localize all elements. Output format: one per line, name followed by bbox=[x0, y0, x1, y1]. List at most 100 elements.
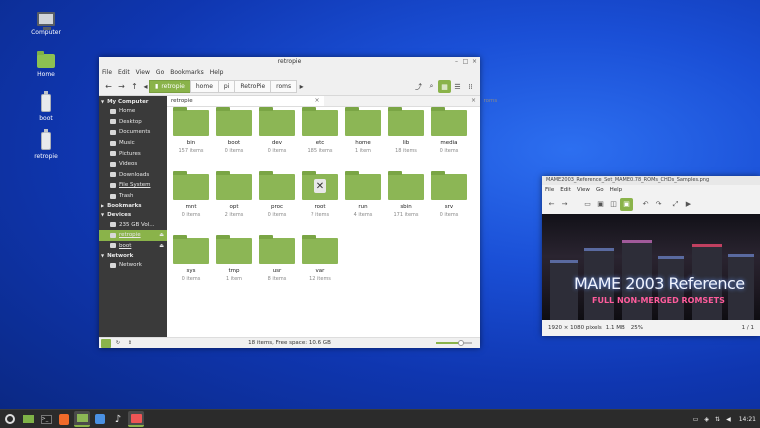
zoom-fit-icon[interactable]: ▣ bbox=[620, 197, 633, 211]
sidebar-item-home[interactable]: Home bbox=[99, 106, 167, 117]
breadcrumb-retropie[interactable]: ▮ retropie bbox=[149, 80, 191, 93]
sidebar-item-file-system[interactable]: File System bbox=[99, 180, 167, 191]
image-viewer-taskbar-icon[interactable] bbox=[128, 411, 144, 427]
maximize-icon[interactable]: □ bbox=[462, 58, 469, 65]
menu-file[interactable]: File bbox=[102, 69, 112, 76]
sidebar-item-network[interactable]: Network bbox=[99, 260, 167, 271]
zoom-in-icon[interactable]: ▣ bbox=[594, 198, 607, 211]
folder-item[interactable]: proc 0 items bbox=[257, 171, 297, 218]
folder-item[interactable]: opt 2 items bbox=[214, 171, 254, 218]
back-arrow-icon[interactable]: ← bbox=[102, 80, 115, 93]
menu-go[interactable]: Go bbox=[156, 69, 164, 76]
terminal-icon[interactable]: >_ bbox=[38, 411, 54, 427]
zoom-normal-icon[interactable]: ◫ bbox=[607, 198, 620, 211]
sidebar-item-volume[interactable]: 235 GB Vol... bbox=[99, 219, 167, 230]
compact-view-icon[interactable]: ⁞⁞ bbox=[464, 80, 477, 93]
sidebar-section-network[interactable]: ▼ Network bbox=[99, 251, 167, 260]
folder-item[interactable]: media 0 items bbox=[429, 107, 469, 154]
folder-item[interactable]: ✕ root ? items bbox=[300, 171, 340, 218]
breadcrumb-retropie-folder[interactable]: RetroPie bbox=[234, 80, 272, 93]
sidebar-item-trash[interactable]: Trash bbox=[99, 191, 167, 202]
mail-icon[interactable] bbox=[92, 411, 108, 427]
menu-help[interactable]: Help bbox=[610, 187, 623, 193]
forward-arrow-icon[interactable]: → bbox=[115, 80, 128, 93]
volume-icon[interactable]: ◀ bbox=[726, 416, 731, 423]
tab-roms[interactable]: roms × bbox=[323, 96, 497, 106]
sidebar-item-documents[interactable]: Documents bbox=[99, 127, 167, 138]
sidebar-item-retropie[interactable]: retropie ⏏ bbox=[99, 229, 167, 241]
menu-icon[interactable] bbox=[2, 411, 18, 427]
clock[interactable]: 14:21 bbox=[739, 416, 756, 423]
folder-item[interactable]: home 1 item bbox=[343, 107, 383, 154]
menu-bookmarks[interactable]: Bookmarks bbox=[170, 69, 204, 76]
toggle-location-icon[interactable]: ⤴ bbox=[412, 80, 425, 93]
eject-icon[interactable]: ⏏ bbox=[159, 243, 164, 249]
tab-retropie[interactable]: retropie × bbox=[167, 96, 324, 106]
breadcrumb-home[interactable]: home bbox=[189, 80, 219, 93]
search-icon[interactable]: ⌕ bbox=[425, 80, 438, 93]
folder-item[interactable]: srv 0 items bbox=[429, 171, 469, 218]
menu-file[interactable]: File bbox=[545, 187, 554, 193]
sidebar-section-bookmarks[interactable]: ▶ Bookmarks bbox=[99, 201, 167, 210]
sidebar-item-videos[interactable]: Videos bbox=[99, 159, 167, 170]
zoom-out-icon[interactable]: ▭ bbox=[581, 198, 594, 211]
menu-help[interactable]: Help bbox=[210, 69, 224, 76]
list-view-icon[interactable]: ☰ bbox=[451, 80, 464, 93]
folder-item[interactable]: run 4 items bbox=[343, 171, 383, 218]
previous-image-icon[interactable]: ← bbox=[545, 198, 558, 211]
desktop-icon-retropie[interactable]: retropie bbox=[26, 129, 66, 160]
sidebar-item-boot[interactable]: boot ⏏ bbox=[99, 241, 167, 252]
folder-item[interactable]: boot 0 items bbox=[214, 107, 254, 154]
folder-item[interactable]: tmp 1 item bbox=[214, 235, 254, 282]
minimize-icon[interactable]: – bbox=[453, 58, 460, 65]
next-image-icon[interactable]: → bbox=[558, 198, 571, 211]
folder-item[interactable]: mnt 0 items bbox=[171, 171, 211, 218]
breadcrumb-pi[interactable]: pi bbox=[217, 80, 236, 93]
sidebar-item-music[interactable]: Music bbox=[99, 138, 167, 149]
close-tab-icon[interactable]: × bbox=[471, 97, 476, 104]
folder-item[interactable]: etc 185 items bbox=[300, 107, 340, 154]
eject-icon[interactable]: ⏏ bbox=[159, 232, 164, 238]
chevron-right-icon[interactable]: ▸ bbox=[297, 80, 306, 93]
sidebar-item-pictures[interactable]: Pictures bbox=[99, 148, 167, 159]
image-canvas[interactable]: MAME 2003 Reference FULL NON-MERGED ROMS… bbox=[542, 214, 760, 320]
music-player-icon[interactable]: ♪ bbox=[110, 411, 126, 427]
rotate-right-icon[interactable]: ↷ bbox=[652, 198, 665, 211]
files-taskbar-icon[interactable] bbox=[74, 411, 90, 427]
folder-item[interactable]: sys 0 items bbox=[171, 235, 211, 282]
folder-item[interactable]: bin 157 items bbox=[171, 107, 211, 154]
breadcrumb-roms[interactable]: roms bbox=[270, 80, 298, 93]
menu-edit[interactable]: Edit bbox=[118, 69, 130, 76]
sidebar-section-my-computer[interactable]: ▼ My Computer bbox=[99, 97, 167, 106]
folder-item[interactable]: lib 18 items bbox=[386, 107, 426, 154]
zoom-slider[interactable] bbox=[436, 340, 472, 346]
network-icon[interactable]: ⇅ bbox=[715, 416, 720, 423]
desktop-icon-boot[interactable]: boot bbox=[26, 91, 66, 122]
menu-go[interactable]: Go bbox=[596, 187, 604, 193]
menu-edit[interactable]: Edit bbox=[560, 187, 571, 193]
image-viewer-titlebar[interactable]: MAME2003_Reference_Set_MAME0.78_ROMs_CHD… bbox=[542, 176, 760, 185]
folder-item[interactable]: sbin 171 items bbox=[386, 171, 426, 218]
menu-view[interactable]: View bbox=[577, 187, 590, 193]
shield-icon[interactable]: ◈ bbox=[704, 416, 709, 423]
menu-view[interactable]: View bbox=[136, 69, 150, 76]
window-titlebar[interactable]: retropie – □ × bbox=[99, 57, 480, 67]
show-desktop-icon[interactable] bbox=[20, 411, 36, 427]
desktop-icon-computer[interactable]: Computer bbox=[26, 12, 66, 36]
rotate-left-icon[interactable]: ↶ bbox=[639, 198, 652, 211]
slideshow-icon[interactable]: ▶ bbox=[682, 198, 695, 211]
icon-view-icon[interactable]: ▦ bbox=[438, 80, 451, 93]
desktop-icon-home[interactable]: Home bbox=[26, 51, 66, 78]
fullscreen-icon[interactable]: ⤢ bbox=[669, 198, 682, 211]
sidebar-item-downloads[interactable]: Downloads bbox=[99, 170, 167, 181]
keyboard-icon[interactable]: ▭ bbox=[693, 416, 699, 423]
close-tab-icon[interactable]: × bbox=[314, 97, 319, 104]
up-arrow-icon[interactable]: ↑ bbox=[128, 80, 141, 93]
folder-item[interactable]: usr 8 items bbox=[257, 235, 297, 282]
folder-item[interactable]: dev 0 items bbox=[257, 107, 297, 154]
close-icon[interactable]: × bbox=[471, 58, 478, 65]
sidebar-item-desktop[interactable]: Desktop bbox=[99, 117, 167, 128]
folder-item[interactable]: var 12 items bbox=[300, 235, 340, 282]
sidebar-section-devices[interactable]: ▼ Devices bbox=[99, 210, 167, 219]
browser-icon[interactable] bbox=[56, 411, 72, 427]
